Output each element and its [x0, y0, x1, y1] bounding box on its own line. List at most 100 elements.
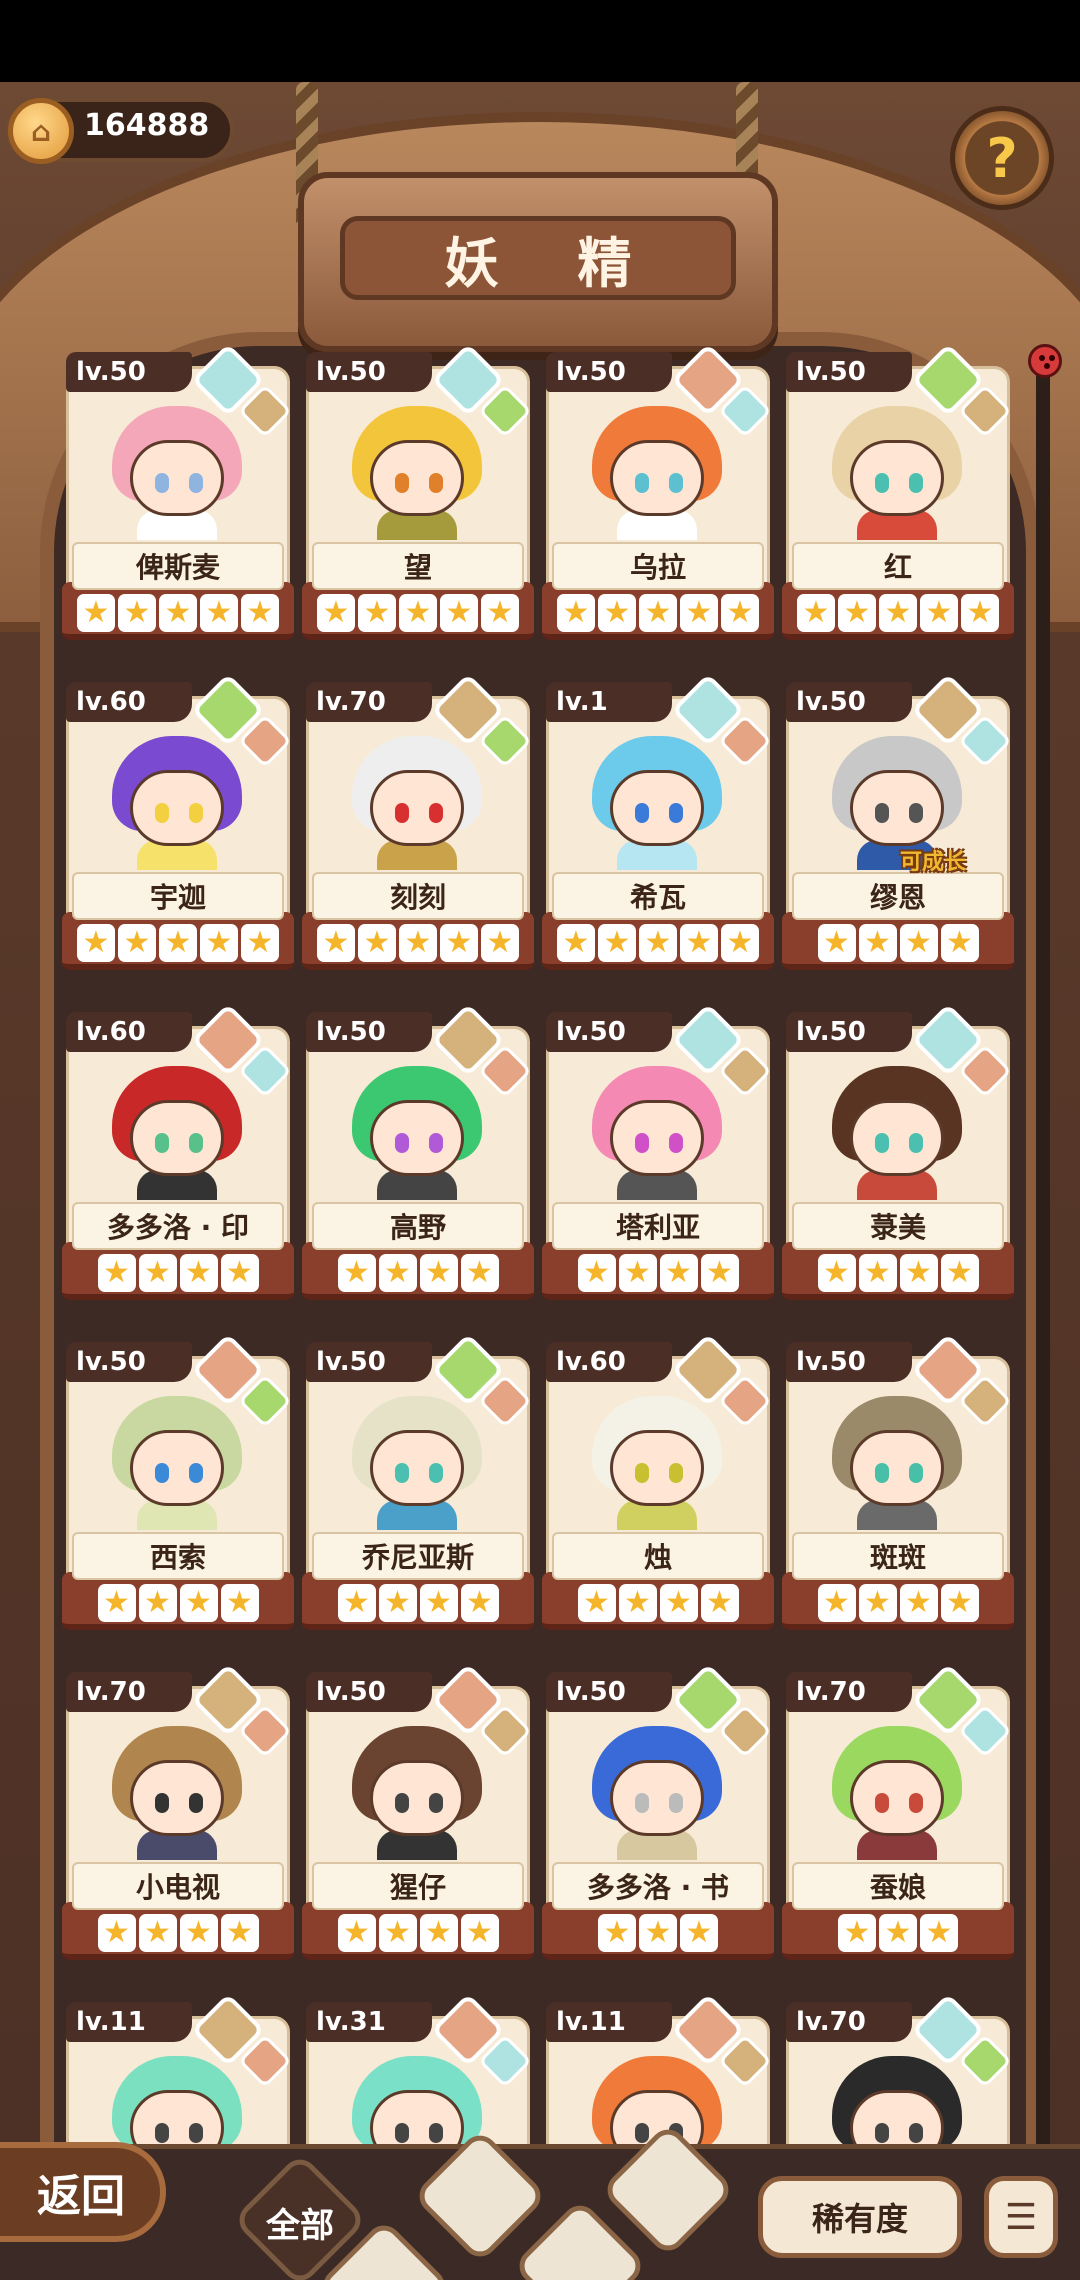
title-plate: 妖 精: [340, 216, 736, 300]
level-badge: lv.50: [546, 352, 672, 392]
fairy-card[interactable]: lv.1 希瓦 ★ ★ ★ ★ ★: [542, 673, 774, 974]
star-icon: ★: [858, 1254, 897, 1292]
star-icon: ★: [639, 1914, 677, 1952]
fairy-portrait: [582, 736, 732, 870]
star-icon: ★: [138, 1914, 177, 1952]
coin-icon: ⌂: [8, 98, 74, 164]
fairy-portrait: [342, 1396, 492, 1530]
star-icon: ★: [940, 1254, 979, 1292]
fairy-card[interactable]: lv.50 缪恩 ★ ★ ★ ★ 可成长: [782, 673, 1014, 974]
star-rating: ★ ★ ★ ★: [782, 1584, 1014, 1624]
portrait-face: [130, 770, 224, 846]
star-icon: ★: [680, 1914, 718, 1952]
fairy-name: 红: [792, 542, 1004, 590]
star-rating: ★ ★ ★: [542, 1914, 774, 1954]
level-badge: lv.11: [66, 2002, 192, 2042]
portrait-eye: [395, 2123, 409, 2143]
star-icon: ★: [97, 1914, 136, 1952]
sort-descending-icon[interactable]: ☰: [984, 2176, 1058, 2258]
star-icon: ★: [577, 1584, 616, 1622]
star-icon: ★: [440, 594, 478, 632]
fairy-name: 菉美: [792, 1202, 1004, 1250]
level-badge: lv.50: [306, 1342, 432, 1382]
star-icon: ★: [618, 1584, 657, 1622]
portrait-face: [850, 770, 944, 846]
star-icon: ★: [577, 1254, 616, 1292]
star-rating: ★ ★ ★ ★: [302, 1254, 534, 1294]
title-sign: 妖 精: [298, 172, 778, 352]
fairy-card[interactable]: lv.50 塔利亚 ★ ★ ★ ★: [542, 1003, 774, 1304]
fairy-card[interactable]: lv.50 斑斑 ★ ★ ★ ★: [782, 1333, 1014, 1634]
portrait-eye: [875, 1793, 889, 1813]
portrait-face: [130, 1100, 224, 1176]
sort-rarity-button[interactable]: 稀有度: [758, 2176, 962, 2258]
fairy-card[interactable]: lv.50 猩仔 ★ ★ ★ ★: [302, 1663, 534, 1964]
portrait-face: [130, 1430, 224, 1506]
fairy-card[interactable]: lv.50 望 ★ ★ ★ ★ ★: [302, 343, 534, 644]
fairy-card[interactable]: lv.60 宇迦 ★ ★ ★ ★ ★: [62, 673, 294, 974]
portrait-eye: [669, 1133, 683, 1153]
ladybug-scroll-handle[interactable]: [1028, 344, 1062, 378]
fairy-name: 小电视: [72, 1862, 284, 1910]
fairy-portrait: [582, 1726, 732, 1860]
back-button[interactable]: 返回: [0, 2142, 166, 2242]
portrait-eye: [669, 1463, 683, 1483]
star-icon: ★: [961, 594, 999, 632]
fairy-card[interactable]: lv.60 多多洛 · 印 ★ ★ ★ ★: [62, 1003, 294, 1304]
fairy-card[interactable]: lv.60 烛 ★ ★ ★ ★: [542, 1333, 774, 1634]
fairy-card[interactable]: lv.50 红 ★ ★ ★ ★ ★: [782, 343, 1014, 644]
fairy-portrait: [342, 406, 492, 540]
portrait-eye: [429, 2123, 443, 2143]
fairy-name: 宇迦: [72, 872, 284, 920]
star-icon: ★: [899, 1584, 938, 1622]
star-rating: ★ ★ ★ ★: [782, 1254, 1014, 1294]
portrait-face: [610, 1100, 704, 1176]
fairy-card[interactable]: lv.50 高野 ★ ★ ★ ★: [302, 1003, 534, 1304]
fairy-card[interactable]: lv.70 小电视 ★ ★ ★ ★: [62, 1663, 294, 1964]
fairy-card[interactable]: lv.50 乔尼亚斯 ★ ★ ★ ★: [302, 1333, 534, 1634]
star-icon: ★: [481, 594, 519, 632]
currency-amount: 164888: [84, 108, 210, 143]
scrollbar[interactable]: [1036, 352, 1050, 2202]
star-rating: ★ ★ ★ ★: [62, 1254, 294, 1294]
fairy-card[interactable]: lv.50 俾斯麦 ★ ★ ★ ★ ★: [62, 343, 294, 644]
level-badge: lv.50: [306, 352, 432, 392]
fairy-card[interactable]: lv.50 乌拉 ★ ★ ★ ★ ★: [542, 343, 774, 644]
star-icon: ★: [179, 1584, 218, 1622]
portrait-face: [850, 1430, 944, 1506]
portrait-face: [610, 1760, 704, 1836]
fairy-card[interactable]: lv.70 蚕娘 ★ ★ ★: [782, 1663, 1014, 1964]
portrait-eye: [429, 1133, 443, 1153]
portrait-face: [610, 1430, 704, 1506]
portrait-eye: [875, 1463, 889, 1483]
star-icon: ★: [337, 1584, 376, 1622]
level-badge: lv.50: [786, 1342, 912, 1382]
portrait-face: [850, 1760, 944, 1836]
collection-screen: 妖 精 ⌂ 164888 ? lv.50 俾斯麦 ★ ★ ★ ★ ★ lv.50 望 ★ ★ ★ ★ ★ l…: [0, 82, 1080, 2280]
star-icon: ★: [378, 1584, 417, 1622]
star-icon: ★: [721, 594, 759, 632]
portrait-eye: [189, 803, 203, 823]
back-label: 返回: [37, 2171, 125, 2222]
star-icon: ★: [639, 924, 677, 962]
fairy-card[interactable]: lv.70 刻刻 ★ ★ ★ ★ ★: [302, 673, 534, 974]
star-icon: ★: [481, 924, 519, 962]
portrait-eye: [189, 1133, 203, 1153]
portrait-eye: [189, 473, 203, 493]
portrait-face: [130, 440, 224, 516]
star-icon: ★: [899, 1254, 938, 1292]
level-badge: lv.50: [786, 352, 912, 392]
fairy-card[interactable]: lv.50 菉美 ★ ★ ★ ★: [782, 1003, 1014, 1304]
star-rating: ★ ★ ★ ★ ★: [62, 924, 294, 964]
portrait-eye: [395, 1133, 409, 1153]
fairy-card[interactable]: lv.50 西索 ★ ★ ★ ★: [62, 1333, 294, 1634]
portrait-face: [850, 1100, 944, 1176]
fairy-name: 烛: [552, 1532, 764, 1580]
portrait-eye: [155, 2123, 169, 2143]
portrait-eye: [635, 1793, 649, 1813]
star-icon: ★: [220, 1914, 259, 1952]
fairy-card[interactable]: lv.50 多多洛 · 书 ★ ★ ★: [542, 1663, 774, 1964]
star-icon: ★: [838, 594, 876, 632]
portrait-eye: [155, 473, 169, 493]
help-button[interactable]: ?: [950, 106, 1054, 210]
